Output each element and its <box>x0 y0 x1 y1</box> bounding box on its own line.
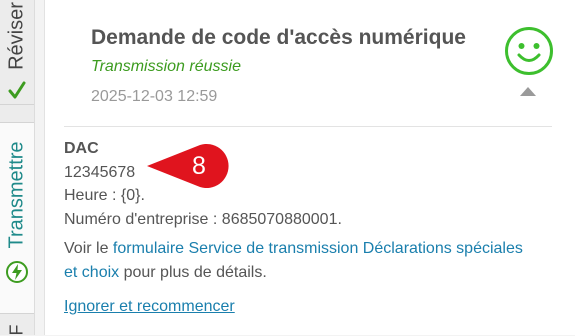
transmission-datetime: 2025-12-03 12:59 <box>91 88 218 105</box>
tab-transmettre-label: Transmettre <box>5 141 28 249</box>
code-value: 12345678 <box>64 163 136 181</box>
check-icon <box>8 81 26 99</box>
transmission-card: Demande de code d'accès numérique Transm… <box>44 0 575 335</box>
tab-f-label: F <box>6 324 27 336</box>
callout-number: 8 <box>192 152 206 180</box>
divider <box>64 126 552 127</box>
sidebar: Réviser Transmettre F <box>0 0 35 336</box>
info-suffix: pour plus de détails. <box>119 263 267 281</box>
tab-f[interactable]: F <box>0 316 34 336</box>
tab-reviser-label: Réviser <box>5 2 28 70</box>
info-prefix: Voir le <box>64 240 113 257</box>
tab-reviser[interactable]: Réviser <box>0 0 34 105</box>
restart-link[interactable]: Ignorer et recommencer <box>64 295 235 319</box>
transmission-status: Transmission réussie <box>91 58 241 75</box>
code-label: DAC <box>64 140 99 157</box>
business-number-line: Numéro d'entreprise : 8685070880001. <box>64 210 342 228</box>
info-text: Voir le formulaire Service de transmissi… <box>64 237 534 284</box>
smiley-icon <box>505 27 553 75</box>
time-line: Heure : {0}. <box>64 187 145 204</box>
card-title: Demande de code d'accès numérique <box>91 26 466 49</box>
tab-transmettre[interactable]: Transmettre <box>0 122 34 314</box>
lightning-icon <box>6 261 28 283</box>
chevron-up-icon[interactable] <box>518 84 538 98</box>
transmission-details: DAC 12345678 Heure : {0}. Numéro d'entre… <box>64 137 534 319</box>
